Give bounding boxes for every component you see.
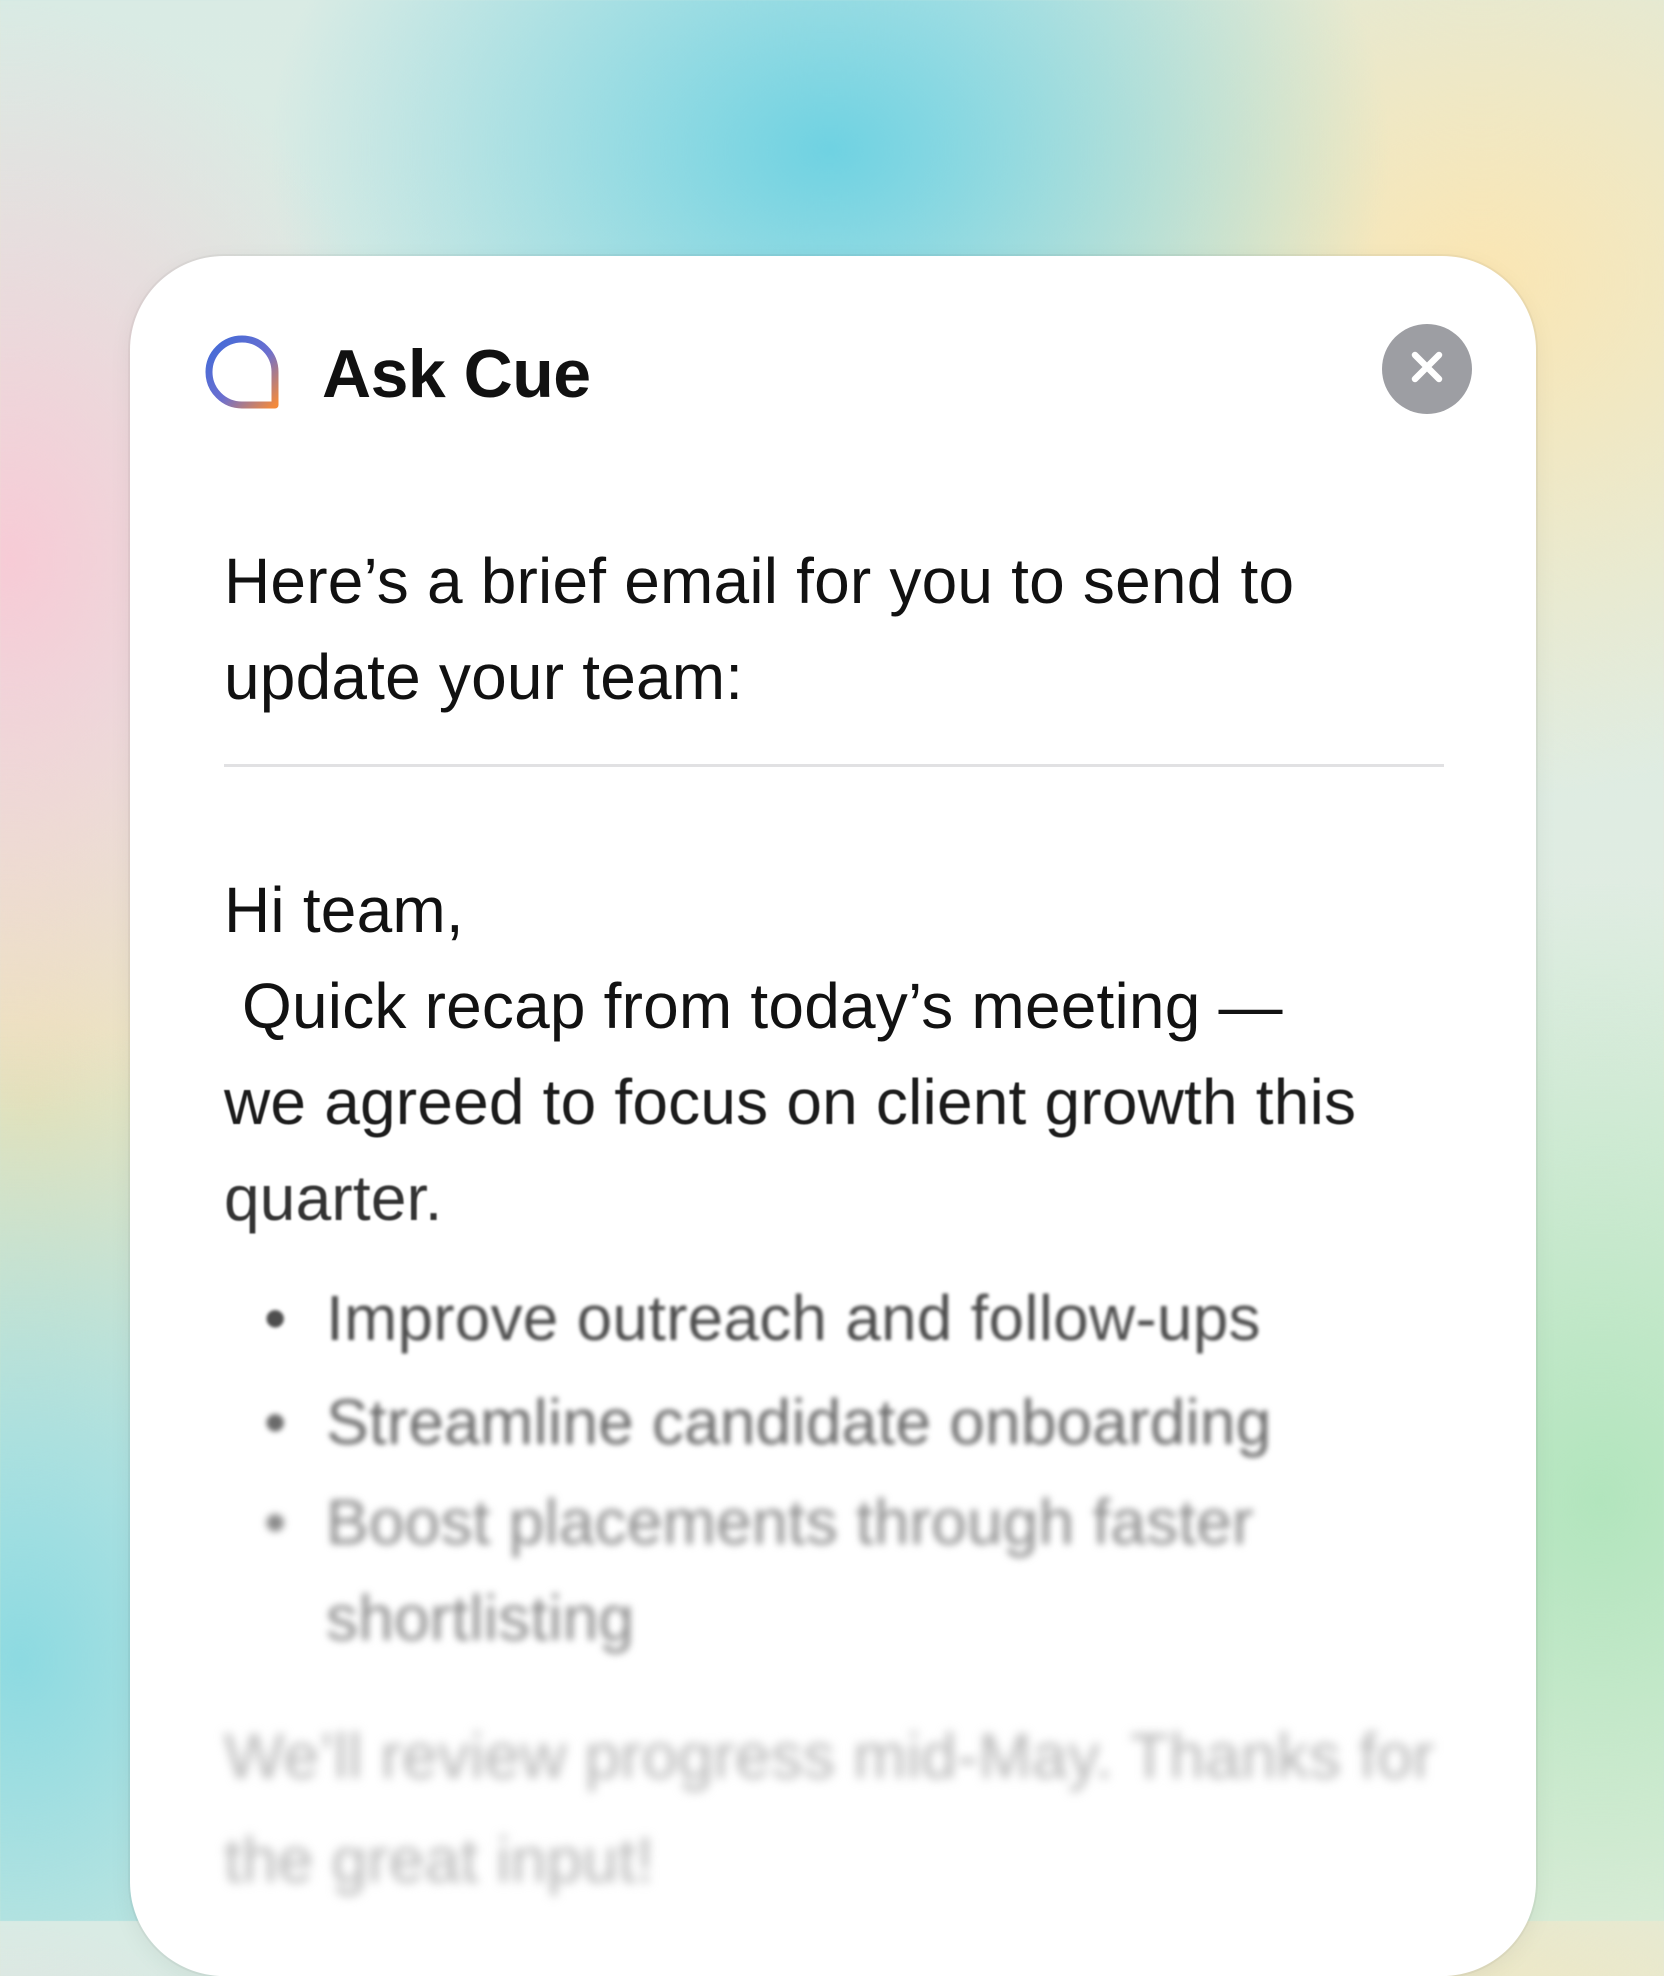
bullet-text: Streamline candidate onboarding	[326, 1386, 1272, 1458]
email-agreement-end: quarter.	[224, 1162, 443, 1234]
list-item: • Improve outreach and follow-ups	[224, 1266, 1464, 1370]
divider	[224, 764, 1444, 767]
list-item: • Boost placements through faster shortl…	[224, 1474, 1464, 1666]
email-draft: Hi team, Quick recap from today’s meetin…	[224, 862, 1464, 1246]
email-greeting: Hi team,	[224, 874, 464, 946]
cue-chat-bubble-icon	[204, 334, 280, 410]
bullet-dot: •	[264, 1486, 287, 1558]
email-agreement: we agreed to focus on client growth this	[224, 1066, 1357, 1138]
close-button[interactable]	[1382, 324, 1472, 414]
email-closing: We’ll review progress mid-May. Thanks fo…	[224, 1720, 1435, 1896]
list-item: • Streamline candidate onboarding	[224, 1370, 1464, 1474]
bullet-text: Improve outreach and follow-ups	[326, 1282, 1261, 1354]
email-bullet-list: • Improve outreach and follow-ups • Stre…	[224, 1266, 1464, 1666]
panel-header: Ask Cue	[130, 256, 1536, 476]
bullet-dot: •	[264, 1386, 287, 1458]
close-icon	[1407, 347, 1447, 392]
ask-cue-panel: Ask Cue Here’s a brief email for you to …	[130, 256, 1536, 1976]
email-recap: Quick recap from today’s meeting —	[242, 970, 1283, 1042]
bullet-text: Boost placements through faster shortlis…	[326, 1486, 1254, 1654]
response-intro: Here’s a brief email for you to send to …	[224, 545, 1295, 713]
bullet-dot: •	[264, 1282, 287, 1354]
panel-title: Ask Cue	[322, 336, 591, 412]
